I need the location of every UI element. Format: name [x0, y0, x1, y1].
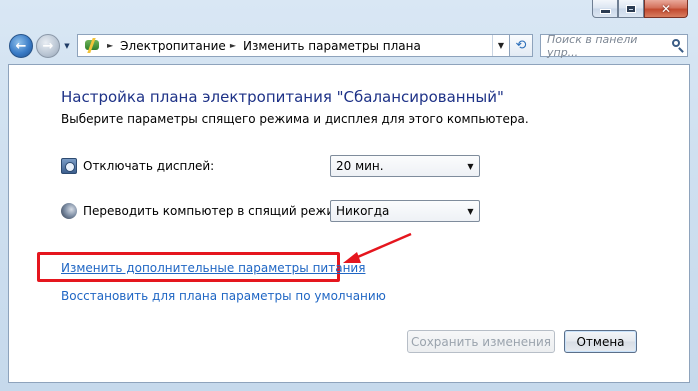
- cancel-button[interactable]: Отмена: [564, 330, 637, 353]
- address-bar[interactable]: ► Электропитание ► Изменить параметры пл…: [77, 34, 510, 57]
- chevron-down-icon: ▼: [467, 161, 474, 171]
- save-changes-button[interactable]: Сохранить изменения: [407, 330, 555, 353]
- turn-off-display-select[interactable]: 20 мин. ▼: [330, 155, 480, 177]
- back-button[interactable]: ←: [9, 34, 33, 58]
- minimize-icon: [599, 9, 611, 14]
- sleep-value: Никогда: [336, 204, 390, 218]
- turn-off-display-label: Отключать дисплей:: [83, 159, 215, 173]
- title-bar: ✕: [0, 0, 698, 34]
- recent-pages-button[interactable]: ▼: [62, 40, 72, 52]
- chevron-down-icon: ▼: [497, 41, 505, 50]
- breadcrumb-separator-icon[interactable]: ►: [107, 41, 113, 50]
- sleep-moon-icon: [61, 203, 77, 219]
- restore-defaults-link[interactable]: Восстановить для плана параметры по умол…: [61, 289, 386, 303]
- minimize-button[interactable]: [592, 0, 618, 18]
- maximize-button[interactable]: [618, 0, 644, 18]
- address-dropdown-button[interactable]: ▼: [492, 35, 509, 56]
- search-icon[interactable]: [669, 37, 687, 55]
- chevron-down-icon: ▼: [64, 42, 70, 50]
- breadcrumb-edit-plan-settings[interactable]: Изменить параметры плана: [243, 39, 421, 53]
- turn-off-display-value: 20 мин.: [336, 159, 384, 173]
- sleep-label: Переводить компьютер в спящий режим:: [83, 204, 348, 218]
- change-advanced-power-settings-link[interactable]: Изменить дополнительные параметры питани…: [61, 261, 365, 275]
- page-subtitle: Выберите параметры спящего режима и дисп…: [61, 112, 529, 126]
- breadcrumb-separator-icon[interactable]: ►: [230, 41, 236, 50]
- forward-arrow-icon: →: [42, 38, 54, 54]
- display-timer-icon: [61, 158, 77, 174]
- close-button[interactable]: ✕: [644, 0, 688, 18]
- content-panel: Настройка плана электропитания "Сбаланси…: [8, 64, 690, 383]
- close-icon: ✕: [660, 1, 672, 16]
- search-placeholder: Поиск в панели упр...: [547, 32, 638, 59]
- forward-button[interactable]: →: [36, 34, 60, 58]
- maximize-icon: [627, 5, 635, 12]
- power-options-icon: [83, 37, 103, 55]
- breadcrumb-power-options[interactable]: Электропитание: [120, 39, 226, 53]
- refresh-icon: ⟲: [515, 38, 527, 53]
- sleep-select[interactable]: Никогда ▼: [330, 200, 480, 222]
- back-arrow-icon: ←: [15, 38, 27, 54]
- search-input[interactable]: Поиск в панели упр...: [540, 32, 688, 59]
- refresh-button[interactable]: ⟲: [510, 34, 533, 57]
- chevron-down-icon: ▼: [467, 206, 474, 216]
- page-title: Настройка плана электропитания "Сбаланси…: [61, 88, 504, 106]
